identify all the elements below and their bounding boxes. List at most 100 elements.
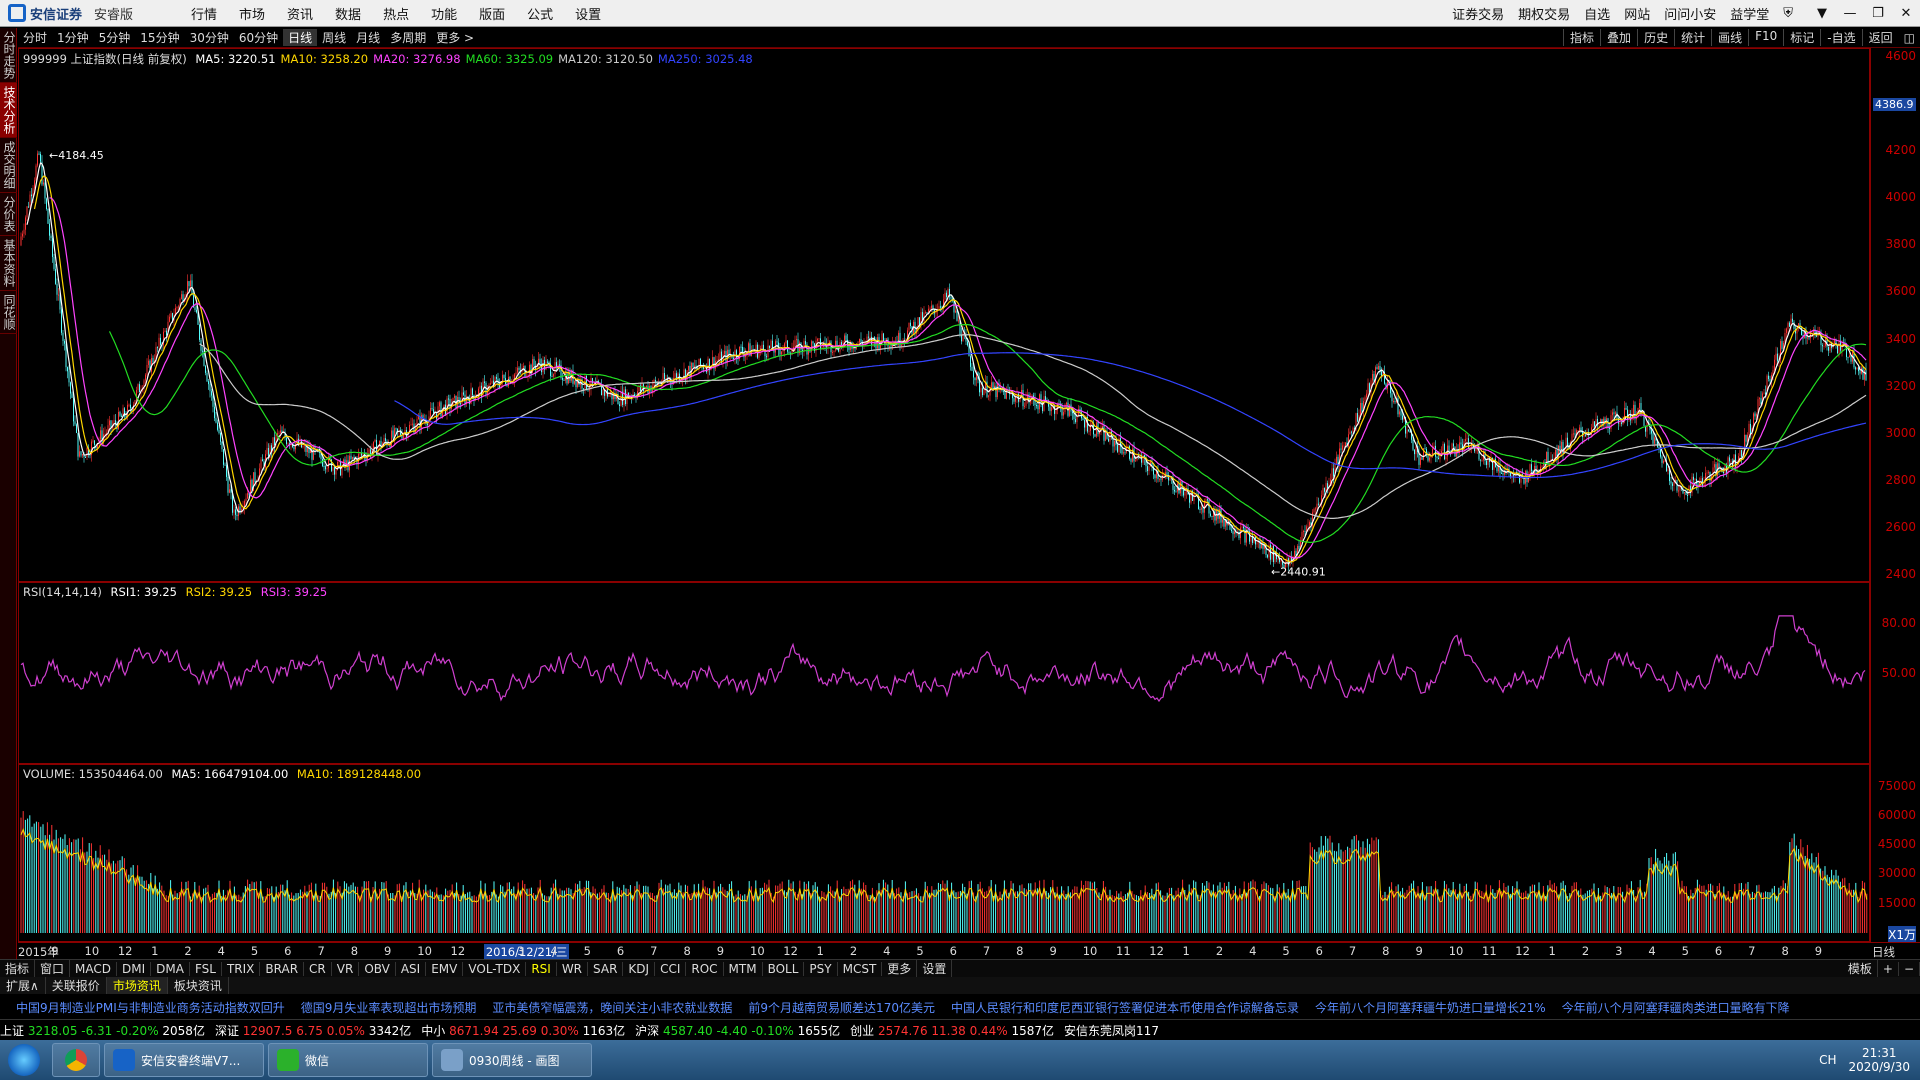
index-1[interactable]: 深证 12907.5 6.75 0.05% 3342亿 <box>215 1022 411 1039</box>
indicator-17[interactable]: KDJ <box>623 961 656 976</box>
menu-item-2[interactable]: 资讯 <box>276 4 324 23</box>
indicator-13[interactable]: VOL-TDX <box>463 961 527 976</box>
ticker-item-3[interactable]: 前9个月越南贸易顺差达170亿美元 <box>748 999 935 1016</box>
ticker-item-0[interactable]: 中国9月制造业PMI与非制造业商务活动指数双回升 <box>16 999 285 1016</box>
layout-icon[interactable]: ◫ <box>1899 31 1920 45</box>
indicator-2[interactable]: MACD <box>70 961 118 976</box>
chrome-taskbar-button[interactable] <box>52 1043 100 1077</box>
right-menu-item-3[interactable]: 网站 <box>1617 4 1657 23</box>
zoom-out-icon[interactable]: − <box>1899 961 1920 976</box>
volume-panel[interactable]: VOLUME: 153504464.00 MA5: 166479104.00 M… <box>18 764 1870 942</box>
zoom-in-icon[interactable]: + <box>1878 961 1899 976</box>
news-tab-2[interactable]: 市场资讯 <box>106 977 168 994</box>
period-10[interactable]: 更多 > <box>431 29 479 46</box>
restore-icon[interactable]: ❐ <box>1864 6 1892 21</box>
indicator-3[interactable]: DMI <box>117 961 152 976</box>
indicator-11[interactable]: ASI <box>396 961 427 976</box>
indicator-14[interactable]: RSI <box>526 961 557 976</box>
tool-7[interactable]: -自选 <box>1820 29 1861 46</box>
paint-app-button[interactable]: 0930周线 - 画图 <box>432 1043 592 1077</box>
news-tab-1[interactable]: 关联报价 <box>46 977 107 994</box>
period-1[interactable]: 1分钟 <box>52 29 94 46</box>
right-menu-item-2[interactable]: 自选 <box>1577 4 1617 23</box>
menu-item-0[interactable]: 行情 <box>180 4 228 23</box>
shield-icon[interactable]: ⛨ <box>1776 6 1800 21</box>
ticker-item-6[interactable]: 今年前八个月阿塞拜疆肉类进口量略有下降 <box>1562 999 1790 1016</box>
side-tab-5[interactable]: 同花顺 <box>0 291 17 334</box>
indicator-23[interactable]: MCST <box>838 961 883 976</box>
menu-item-8[interactable]: 设置 <box>564 4 612 23</box>
ticker-item-1[interactable]: 德国9月失业率表现超出市场预期 <box>301 999 477 1016</box>
period-8[interactable]: 月线 <box>351 29 385 46</box>
right-menu-item-5[interactable]: 益学堂 <box>1723 4 1776 23</box>
indicator-10[interactable]: OBV <box>359 961 396 976</box>
close-icon[interactable]: ✕ <box>1892 6 1920 21</box>
ticker-item-4[interactable]: 中国人民银行和印度尼西亚银行签署促进本币使用合作谅解备忘录 <box>951 999 1299 1016</box>
tool-8[interactable]: 返回 <box>1861 29 1899 46</box>
period-5[interactable]: 60分钟 <box>234 29 283 46</box>
side-tab-2[interactable]: 成交明细 <box>0 138 17 193</box>
menu-item-3[interactable]: 数据 <box>324 4 372 23</box>
menu-item-4[interactable]: 热点 <box>372 4 420 23</box>
index-2[interactable]: 中小 8671.94 25.69 0.30% 1163亿 <box>421 1022 625 1039</box>
indicator-8[interactable]: CR <box>304 961 332 976</box>
indicator-20[interactable]: MTM <box>724 961 763 976</box>
period-4[interactable]: 30分钟 <box>185 29 234 46</box>
side-tab-0[interactable]: 分时走势 <box>0 28 17 83</box>
menu-item-1[interactable]: 市场 <box>228 4 276 23</box>
tool-3[interactable]: 统计 <box>1674 29 1711 46</box>
indicator-9[interactable]: VR <box>332 961 360 976</box>
period-6[interactable]: 日线 <box>283 29 318 46</box>
tool-4[interactable]: 画线 <box>1711 29 1748 46</box>
side-tab-3[interactable]: 分价表 <box>0 193 17 236</box>
news-tab-3[interactable]: 板块资讯 <box>168 977 229 994</box>
volume-chart[interactable] <box>19 765 1869 941</box>
side-tab-1[interactable]: 技术分析 <box>0 83 17 138</box>
rsi-panel[interactable]: RSI(14,14,14) RSI1: 39.25 RSI2: 39.25 RS… <box>18 582 1870 764</box>
minimize-icon[interactable]: — <box>1836 6 1864 21</box>
period-7[interactable]: 周线 <box>317 29 351 46</box>
menu-item-7[interactable]: 公式 <box>516 4 564 23</box>
menu-icon[interactable]: ▼ <box>1808 6 1836 21</box>
indicator-12[interactable]: EMV <box>426 961 464 976</box>
indicator-24[interactable]: 更多 <box>882 960 918 977</box>
tool-1[interactable]: 叠加 <box>1600 29 1637 46</box>
right-menu-item-1[interactable]: 期权交易 <box>1511 4 1577 23</box>
template-button[interactable]: 模板 <box>1843 960 1878 977</box>
period-0[interactable]: 分时 <box>18 29 52 46</box>
period-2[interactable]: 5分钟 <box>94 29 136 46</box>
indicator-22[interactable]: PSY <box>804 961 838 976</box>
indicator-0[interactable]: 指标 <box>0 960 36 977</box>
right-menu-item-0[interactable]: 证券交易 <box>1445 4 1511 23</box>
indicator-18[interactable]: CCI <box>655 961 687 976</box>
indicator-1[interactable]: 窗口 <box>35 960 71 977</box>
ticker-item-5[interactable]: 今年前八个月阿塞拜疆牛奶进口量增长21% <box>1315 999 1546 1016</box>
tool-0[interactable]: 指标 <box>1563 29 1600 46</box>
period-3[interactable]: 15分钟 <box>135 29 184 46</box>
start-button[interactable] <box>0 1040 48 1080</box>
tool-2[interactable]: 历史 <box>1637 29 1674 46</box>
indicator-15[interactable]: WR <box>557 961 589 976</box>
indicator-21[interactable]: BOLL <box>763 961 805 976</box>
indicator-7[interactable]: BRAR <box>260 961 305 976</box>
indicator-4[interactable]: DMA <box>151 961 190 976</box>
indicator-5[interactable]: FSL <box>190 961 222 976</box>
lang-indicator[interactable]: CH <box>1819 1053 1836 1067</box>
news-tab-0[interactable]: 扩展∧ <box>0 977 46 994</box>
indicator-19[interactable]: ROC <box>686 961 724 976</box>
indicator-25[interactable]: 设置 <box>917 960 953 977</box>
tool-5[interactable]: F10 <box>1748 29 1783 46</box>
clock[interactable]: 21:31 2020/9/30 <box>1848 1046 1910 1074</box>
rsi-chart[interactable] <box>19 583 1869 763</box>
anxin-app-button[interactable]: 安信安睿终端V7... <box>104 1043 264 1077</box>
index-3[interactable]: 沪深 4587.40 -4.40 -0.10% 1655亿 <box>635 1022 840 1039</box>
menu-item-5[interactable]: 功能 <box>420 4 468 23</box>
ticker-item-2[interactable]: 亚市美债窄幅震荡，晚间关注小非农就业数据 <box>492 999 732 1016</box>
tool-6[interactable]: 标记 <box>1783 29 1820 46</box>
side-tab-4[interactable]: 基本资料 <box>0 236 17 291</box>
wechat-app-button[interactable]: 微信 <box>268 1043 428 1077</box>
index-0[interactable]: 上证 3218.05 -6.31 -0.20% 2058亿 <box>0 1022 205 1039</box>
period-9[interactable]: 多周期 <box>385 29 431 46</box>
indicator-16[interactable]: SAR <box>588 961 624 976</box>
right-menu-item-4[interactable]: 问问小安 <box>1657 4 1723 23</box>
